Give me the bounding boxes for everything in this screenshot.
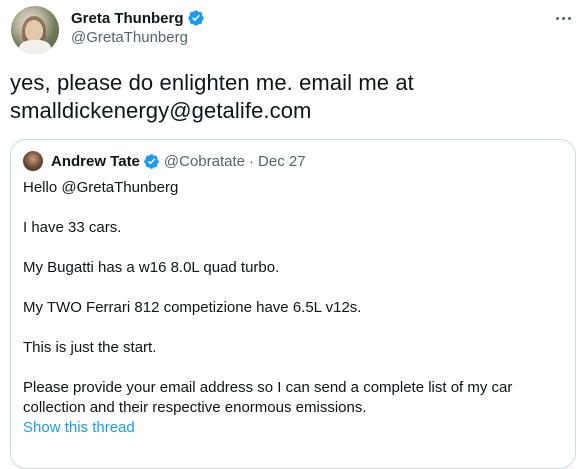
quoted-paragraph: I have 33 cars. [23,219,122,236]
verified-badge-icon [187,10,204,26]
separator-dot: · [249,152,255,170]
author-name[interactable]: Greta Thunberg [71,10,184,27]
author-handle[interactable]: @GretaThunberg [71,29,188,46]
verified-badge-icon [144,153,159,169]
author-avatar[interactable] [11,6,59,54]
quoted-paragraph: My Bugatti has a w16 8.0L quad turbo. [23,259,280,276]
tweet: Greta Thunberg @GretaThunberg yes, pleas… [0,0,588,469]
quoted-author-handle[interactable]: @Cobratate [164,153,245,170]
quoted-paragraph: Please provide your email address so I c… [23,379,513,416]
quoted-tweet[interactable]: Andrew Tate @Cobratate · Dec 27 Hello @G… [10,139,576,469]
author-name-row[interactable]: Greta Thunberg [71,8,205,28]
quoted-author-name[interactable]: Andrew Tate [51,153,140,170]
show-thread-link[interactable]: Show this thread [23,419,135,436]
quoted-tweet-date[interactable]: Dec 27 [258,153,306,170]
quoted-tweet-header: Andrew Tate @Cobratate · Dec 27 [51,151,306,171]
quoted-paragraph: This is just the start. [23,339,157,356]
quoted-author-avatar[interactable] [23,151,43,171]
quoted-paragraph: My TWO Ferrari 812 competizione have 6.5… [23,299,362,316]
quoted-tweet-body: Hello @GretaThunberg I have 33 cars. My … [23,178,563,438]
tweet-text: yes, please do enlighten me. email me at… [10,70,414,123]
quoted-paragraph: Hello @GretaThunberg [23,179,179,196]
more-horizontal-icon[interactable] [552,8,574,28]
